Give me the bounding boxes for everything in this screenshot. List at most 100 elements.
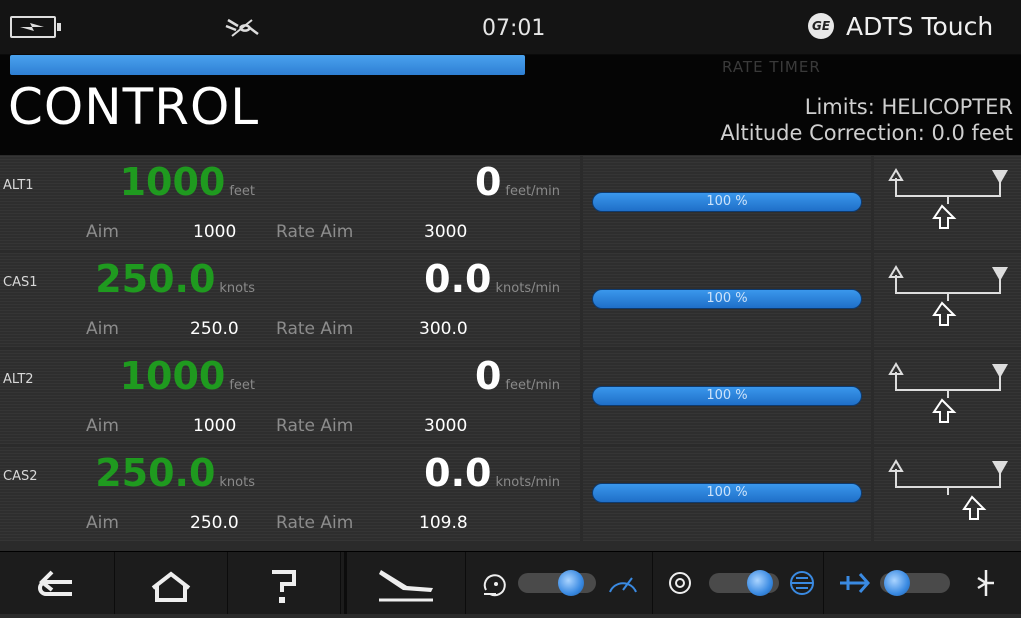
rate-number: 0.0 — [424, 451, 492, 495]
switch-knob[interactable] — [558, 570, 584, 596]
landing-icon — [379, 570, 433, 602]
rate-number: 0 — [474, 354, 502, 398]
rate-unit: feet/min — [505, 378, 560, 393]
rate-aim-value: 300.0 — [419, 319, 468, 339]
vent-icon — [977, 570, 994, 596]
channel-info[interactable]: ALT2 1000 feet 0 feet/min Aim 1000 Rate Ai… — [0, 350, 580, 444]
switch-knob[interactable] — [747, 570, 773, 596]
percent-bar: 100 % — [592, 483, 862, 503]
altimeter-icon — [669, 572, 691, 594]
app-title: ADTS Touch — [846, 12, 994, 41]
channel-value: 250.0 knots — [40, 257, 255, 301]
switch-knob[interactable] — [884, 570, 910, 596]
rate-unit: feet/min — [505, 184, 560, 199]
rate-timer-label: RATE TIMER — [722, 58, 821, 76]
ge-logo: GE — [808, 13, 834, 39]
channel-info[interactable]: CAS2 250.0 knots 0.0 knots/min Aim 250.0 R… — [0, 447, 580, 541]
value-unit: feet — [229, 184, 255, 199]
rate-unit: knots/min — [495, 281, 561, 296]
channel-name: CAS1 — [3, 275, 38, 290]
rate-unit: knots/min — [495, 475, 561, 490]
rate-aim-label: Rate Aim — [276, 222, 354, 242]
help-button[interactable] — [228, 552, 341, 614]
aim-value: 250.0 — [190, 319, 239, 339]
channel-row-alt1[interactable]: ALT1 1000 feet 0 feet/min Aim 1000 Rate Ai… — [0, 156, 1021, 250]
gauge-mode-toggle[interactable] — [462, 552, 653, 614]
aim-indicator-cell — [874, 253, 1021, 347]
percent-bar: 100 % — [592, 386, 862, 406]
value-unit: knots — [219, 281, 255, 296]
altitude-mode-toggle[interactable] — [653, 552, 824, 614]
help-icon — [272, 570, 296, 603]
rate-aim-label: Rate Aim — [276, 416, 354, 436]
header: RATE TIMER CONTROL Limits: HELICOPTER Al… — [0, 55, 1021, 155]
value-unit: knots — [219, 475, 255, 490]
channel-info[interactable]: CAS1 250.0 knots 0.0 knots/min Aim 250.0 R… — [0, 253, 580, 347]
aircraft-mode-toggle[interactable] — [824, 552, 1021, 614]
rate-number: 0.0 — [424, 257, 492, 301]
home-button[interactable] — [115, 552, 228, 614]
rate-timer-progress — [10, 55, 525, 75]
aim-indicator-icon — [888, 459, 1008, 520]
nav-bar — [0, 551, 1021, 614]
channel-value: 250.0 knots — [40, 451, 255, 495]
channel-row-cas1[interactable]: CAS1 250.0 knots 0.0 knots/min Aim 250.0 R… — [0, 253, 1021, 347]
percent-bar: 100 % — [592, 192, 862, 212]
channel-value: 1000 feet — [40, 354, 255, 398]
back-arrow-icon — [38, 570, 72, 596]
percent-bar: 100 % — [592, 289, 862, 309]
aim-label: Aim — [86, 319, 119, 339]
status-bar: 07:01 GE ADTS Touch — [0, 0, 1021, 55]
attitude-icon — [790, 571, 814, 595]
rate-aim-label: Rate Aim — [276, 513, 354, 533]
channel-row-cas2[interactable]: CAS2 250.0 knots 0.0 knots/min Aim 250.0 R… — [0, 447, 1021, 541]
channel-rate: 0 feet/min — [345, 354, 560, 398]
plug-icon — [225, 18, 259, 37]
channel-rate: 0.0 knots/min — [345, 451, 560, 495]
channel-info[interactable]: ALT1 1000 feet 0 feet/min Aim 1000 Rate Ai… — [0, 156, 580, 250]
speed-gauge-icon — [609, 577, 637, 593]
aim-indicator-cell — [874, 447, 1021, 541]
aircraft-icon — [840, 573, 871, 593]
value-number: 250.0 — [95, 451, 216, 495]
aim-label: Aim — [86, 416, 119, 436]
value-number: 1000 — [119, 354, 226, 398]
channel-name: ALT1 — [3, 178, 34, 193]
gauge-mode-icon — [483, 574, 506, 597]
channel-rate: 0.0 knots/min — [345, 257, 560, 301]
rate-aim-value: 3000 — [424, 416, 468, 436]
aim-indicator-cell — [874, 350, 1021, 444]
page-title: CONTROL — [8, 78, 260, 136]
rate-aim-value: 109.8 — [419, 513, 468, 533]
percent-cell: 100 % — [583, 447, 871, 541]
rate-timer-progress-fill — [10, 55, 525, 75]
aim-indicator-icon — [888, 168, 1008, 229]
channel-value: 1000 feet — [40, 160, 255, 204]
rate-aim-value: 3000 — [424, 222, 468, 242]
landing-button[interactable] — [344, 552, 466, 614]
battery-icon — [10, 16, 61, 38]
aim-value: 1000 — [193, 416, 237, 436]
clock: 07:01 — [482, 16, 546, 41]
channel-rate: 0 feet/min — [345, 160, 560, 204]
value-number: 1000 — [119, 160, 226, 204]
aim-indicator-icon — [888, 265, 1008, 326]
gauge-mode-switch[interactable] — [518, 570, 596, 596]
aim-label: Aim — [86, 222, 119, 242]
aim-indicator-icon — [888, 362, 1008, 423]
value-unit: feet — [229, 378, 255, 393]
back-button[interactable] — [0, 552, 115, 614]
percent-cell: 100 % — [583, 253, 871, 347]
altitude-mode-switch[interactable] — [709, 570, 779, 596]
aim-value: 1000 — [193, 222, 237, 242]
channel-name: ALT2 — [3, 372, 34, 387]
aim-label: Aim — [86, 513, 119, 533]
channel-row-alt2[interactable]: ALT2 1000 feet 0 feet/min Aim 1000 Rate Ai… — [0, 350, 1021, 444]
rate-aim-label: Rate Aim — [276, 319, 354, 339]
altitude-correction-label: Altitude Correction: 0.0 feet — [720, 121, 1013, 145]
channel-name: CAS2 — [3, 469, 38, 484]
value-number: 250.0 — [95, 257, 216, 301]
aircraft-mode-switch[interactable] — [880, 570, 950, 596]
aim-value: 250.0 — [190, 513, 239, 533]
limits-label: Limits: HELICOPTER — [804, 95, 1013, 119]
